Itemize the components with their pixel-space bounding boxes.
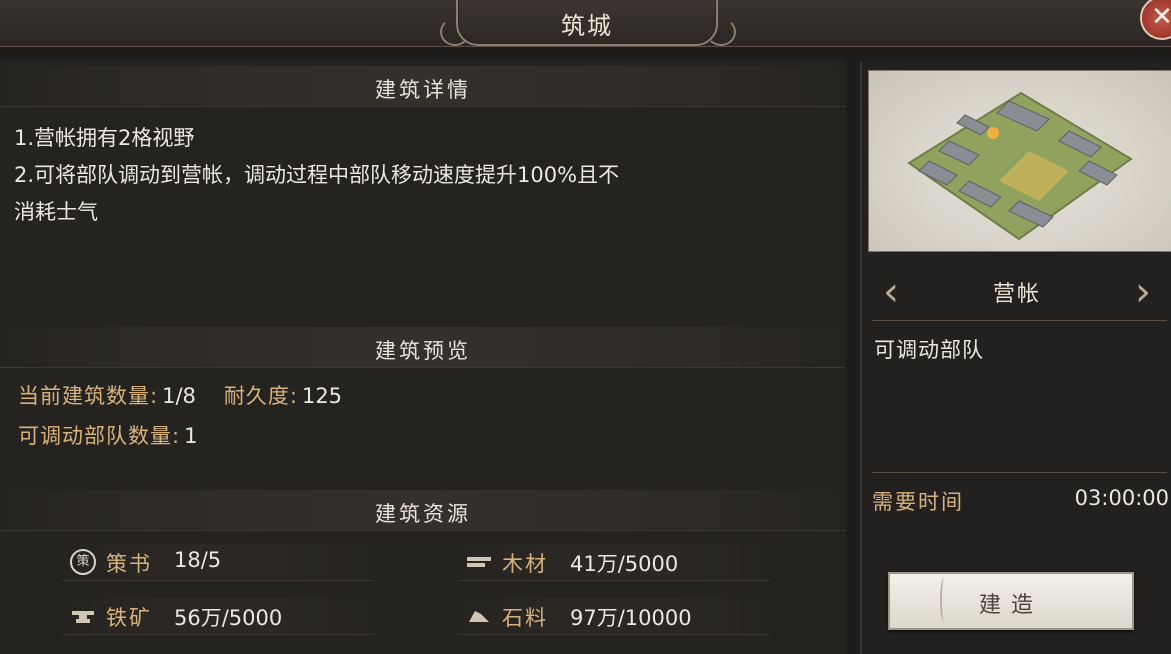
building-count-value: 1/8 [162, 384, 196, 408]
resource-name: 铁矿 [106, 606, 152, 630]
resource-name: 木材 [502, 552, 548, 576]
build-time-label: 需要时间 [872, 490, 964, 514]
building-preview-image [868, 70, 1171, 252]
resource-row-wood: 木材 41万/5000 [458, 544, 770, 581]
wood-icon [466, 549, 492, 575]
iron-anvil-icon [70, 603, 96, 629]
stone-icon [466, 603, 492, 629]
detail-text: 1.营帐拥有2格视野 2.可将部队调动到营帐，调动过程中部队移动速度提升100%… [14, 120, 834, 231]
build-button[interactable]: 建造 [888, 572, 1134, 630]
strategy-book-icon: 策 [70, 549, 96, 575]
resource-value: 41万/5000 [570, 552, 679, 576]
troops-count-label: 可调动部队数量: [18, 424, 181, 448]
resources-header-label: 建筑资源 [375, 502, 471, 526]
durability-label: 耐久度: [223, 384, 298, 408]
building-name: 营帐 [992, 282, 1041, 307]
building-description: 可调动部队 [874, 338, 984, 362]
resource-name: 策书 [106, 552, 152, 576]
title-ornament-right [706, 18, 736, 46]
building-side-panel: ‹ 营帐 › 可调动部队 需要时间 03:00:00 建造 [860, 62, 1171, 654]
durability-value: 125 [301, 384, 343, 408]
detail-line-1: 1.营帐拥有2格视野 [14, 126, 195, 150]
divider [872, 472, 1167, 473]
resources-header: 建筑资源 [0, 490, 846, 531]
window-title: 筑城 [561, 12, 613, 40]
troops-count-line: 可调动部队数量: 1 [18, 420, 197, 450]
troops-count-value: 1 [184, 424, 198, 448]
divider [872, 320, 1167, 321]
resource-row-iron: 铁矿 56万/5000 [62, 598, 374, 635]
building-count-label: 当前建筑数量: [18, 384, 159, 408]
resource-value: 18/5 [174, 548, 222, 572]
next-building-arrow[interactable]: › [1128, 267, 1158, 317]
building-count-line: 当前建筑数量: 1/8 耐久度: 125 [18, 380, 342, 410]
resource-name: 石料 [502, 606, 548, 630]
detail-line-2: 2.可将部队调动到营帐，调动过程中部队移动速度提升100%且不 [14, 163, 620, 187]
resource-value: 56万/5000 [174, 606, 283, 630]
resource-row-stone: 石料 97万/10000 [458, 598, 770, 635]
resource-row-strategy-book: 策 策书 18/5 [62, 544, 374, 581]
info-panel: 建筑详情 1.营帐拥有2格视野 2.可将部队调动到营帐，调动过程中部队移动速度提… [0, 60, 846, 654]
detail-header: 建筑详情 [0, 66, 846, 107]
preview-header-label: 建筑预览 [375, 339, 471, 363]
build-time-value: 03:00:00 [1074, 486, 1169, 510]
title-plate: 筑城 [456, 0, 718, 46]
detail-line-3: 消耗士气 [14, 200, 98, 224]
prev-building-arrow[interactable]: ‹ [876, 267, 906, 317]
build-button-label: 建造 [978, 593, 1043, 618]
resource-value: 97万/10000 [570, 606, 692, 630]
preview-header: 建筑预览 [0, 327, 846, 368]
detail-header-label: 建筑详情 [375, 78, 471, 102]
